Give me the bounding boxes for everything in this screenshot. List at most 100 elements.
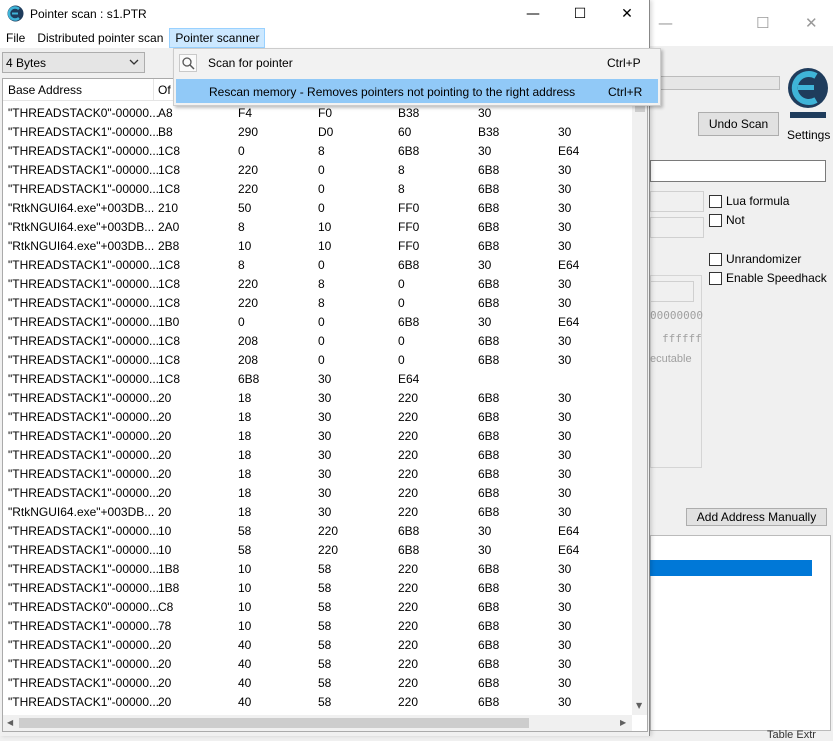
horizontal-scroll-thumb[interactable]	[19, 718, 529, 728]
lua-formula-checkbox[interactable]: Lua formula	[709, 194, 789, 208]
table-row[interactable]: "RtkNGUI64.exe"+003DB... 2B8 10 10 FF0 6B8 30	[3, 236, 633, 255]
cheat-engine-logo-icon[interactable]	[786, 60, 830, 120]
offset-cell: 8	[398, 163, 405, 177]
table-row[interactable]: "THREADSTACK1"-00000... 1C8 220 0 8 6B8 30	[3, 160, 633, 179]
table-row[interactable]: "RtkNGUI64.exe"+003DB... 20 18 30 220 6B8 30	[3, 502, 633, 521]
add-address-manually-button[interactable]: Add Address Manually	[686, 508, 827, 526]
table-row[interactable]: "THREADSTACK1"-00000... 1C8 220 8 0 6B8 30	[3, 274, 633, 293]
value-type-combo[interactable]	[650, 217, 704, 238]
table-row[interactable]: "THREADSTACK1"-00000... 20 18 30 220 6B8 30	[3, 407, 633, 426]
table-row[interactable]: "RtkNGUI64.exe"+003DB... 2A0 8 10 FF0 6B8 30	[3, 217, 633, 236]
table-row[interactable]: "THREADSTACK1"-00000... 1C8 8 0 6B8 30 E64	[3, 255, 633, 274]
offset-cell: 220	[398, 676, 419, 690]
menu-item-rescan-memory[interactable]: Rescan memory - Removes pointers not poi…	[176, 79, 658, 103]
horizontal-scrollbar[interactable]: ◀ ▶	[3, 715, 632, 731]
unrandomizer-checkbox[interactable]: Unrandomizer	[709, 252, 801, 266]
table-row[interactable]: "THREADSTACK1"-00000... 20 40 58 220 6B8 30	[3, 654, 633, 673]
offset-cell: 20	[158, 486, 172, 500]
column-offset[interactable]: Of	[158, 83, 171, 97]
offset-cell: 10	[238, 600, 252, 614]
vertical-scrollbar[interactable]: ▲ ▼	[632, 79, 647, 715]
table-row[interactable]: "THREADSTACK1"-00000... 20 40 58 220 6B8 30	[3, 692, 633, 711]
menu-distributed-pointer-scan[interactable]: Distributed pointer scan	[31, 28, 169, 48]
offset-cell: 220	[318, 524, 339, 538]
scan-type-combo[interactable]	[650, 191, 704, 212]
table-row[interactable]: "THREADSTACK1"-00000... 1C8 220 8 0 6B8 30	[3, 293, 633, 312]
table-row[interactable]: "THREADSTACK1"-00000... 20 18 30 220 6B8 30	[3, 483, 633, 502]
table-row[interactable]: "THREADSTACK1"-00000... 20 40 58 220 6B8 30	[3, 673, 633, 692]
undo-scan-button[interactable]: Undo Scan	[698, 112, 779, 136]
offset-cell: 208	[238, 353, 259, 367]
close-icon[interactable]: ✕	[805, 14, 818, 32]
enable-speedhack-checkbox[interactable]: Enable Speedhack	[709, 271, 827, 285]
base-address-cell: "THREADSTACK1"-00000...	[8, 695, 160, 709]
value-type-dropdown[interactable]: 4 Bytes	[2, 52, 145, 73]
not-checkbox[interactable]: Not	[709, 213, 745, 227]
offset-cell: 6B8	[478, 391, 500, 405]
base-address-cell: "THREADSTACK1"-00000...	[8, 372, 160, 386]
table-row[interactable]: "THREADSTACK1"-00000... 1C8 220 0 8 6B8 30	[3, 179, 633, 198]
offset-cell: 40	[238, 657, 252, 671]
table-row[interactable]: "THREADSTACK1"-00000... 10 58 220 6B8 30 E64	[3, 540, 633, 559]
offset-cell: 6B8	[478, 467, 500, 481]
scroll-down-icon[interactable]: ▼	[636, 701, 642, 710]
table-row[interactable]: "THREADSTACK1"-00000... B8 290 D0 60 B38 30	[3, 122, 633, 141]
offset-cell: 30	[478, 258, 492, 272]
table-row[interactable]: "THREADSTACK1"-00000... 1C8 0 8 6B8 30 E64	[3, 141, 633, 160]
table-row[interactable]: "THREADSTACK1"-00000... 1B8 10 58 220 6B8 30	[3, 559, 633, 578]
offset-cell: 20	[158, 505, 172, 519]
table-row[interactable]: "THREADSTACK1"-00000... 20 18 30 220 6B8 30	[3, 426, 633, 445]
offset-cell: 290	[238, 125, 259, 139]
minimize-icon[interactable]: —	[658, 14, 673, 32]
minimize-icon[interactable]: —	[510, 4, 556, 24]
offset-cell: 220	[238, 296, 259, 310]
table-row[interactable]: "THREADSTACK1"-00000... 1C8 208 0 0 6B8 30	[3, 331, 633, 350]
table-row[interactable]: "THREADSTACK1"-00000... 1B8 10 58 220 6B8 30	[3, 578, 633, 597]
scroll-right-icon[interactable]: ▶	[620, 718, 626, 727]
table-row[interactable]: "THREADSTACK1"-00000... 20 18 30 220 6B8 30	[3, 464, 633, 483]
offset-cell: F0	[318, 106, 333, 120]
value-input[interactable]	[650, 160, 826, 182]
menu-file[interactable]: File	[0, 28, 31, 48]
offset-cell: 20	[158, 695, 172, 709]
main-window-titlebar: — ☐ ✕	[650, 0, 833, 46]
column-separator[interactable]	[153, 79, 154, 101]
table-row[interactable]: "THREADSTACK1"-00000... 78 10 58 220 6B8 30	[3, 616, 633, 635]
offset-cell: 30	[478, 144, 492, 158]
offset-cell: 0	[398, 353, 405, 367]
table-row[interactable]: "THREADSTACK1"-00000... 1C8 6B8 30 E64	[3, 369, 633, 388]
offset-cell: 220	[238, 163, 259, 177]
settings-label[interactable]: Settings	[787, 128, 830, 142]
offset-cell: 30	[558, 182, 572, 196]
base-address-cell: "THREADSTACK1"-00000...	[8, 296, 160, 310]
menu-pointer-scanner[interactable]: Pointer scanner	[169, 28, 266, 48]
offset-cell: D0	[318, 125, 334, 139]
table-row[interactable]: "THREADSTACK1"-00000... 20 40 58 220 6B8 30	[3, 635, 633, 654]
offset-cell: 30	[558, 125, 572, 139]
table-row[interactable]: "THREADSTACK1"-00000... 20 18 30 220 6B8 30	[3, 388, 633, 407]
menu-bar: File Distributed pointer scan Pointer sc…	[0, 28, 649, 48]
offset-cell: 40	[238, 638, 252, 652]
pointer-results-list[interactable]: Base Address Of "THREADSTACK0"-00000... A…	[2, 78, 648, 732]
table-row[interactable]: "THREADSTACK1"-00000... 10 58 220 6B8 30 E64	[3, 521, 633, 540]
table-row[interactable]: "RtkNGUI64.exe"+003DB... 210 50 0 FF0 6B8 30	[3, 198, 633, 217]
address-list-selected-row[interactable]	[650, 560, 812, 576]
offset-cell: 30	[558, 334, 572, 348]
menu-item-label: Rescan memory - Removes pointers not poi…	[209, 85, 576, 99]
offset-cell: 6B8	[478, 163, 500, 177]
scroll-left-icon[interactable]: ◀	[7, 718, 13, 727]
menu-item-scan-for-pointer[interactable]: Scan for pointer Ctrl+P	[176, 51, 658, 75]
offset-cell: 30	[558, 619, 572, 633]
table-row[interactable]: "THREADSTACK0"-00000... C8 10 58 220 6B8 30	[3, 597, 633, 616]
maximize-icon[interactable]: ☐	[557, 4, 603, 24]
table-row[interactable]: "THREADSTACK1"-00000... 1C8 208 0 0 6B8 30	[3, 350, 633, 369]
close-icon[interactable]: ✕	[604, 4, 649, 24]
table-extras-label[interactable]: Table Extr	[767, 729, 816, 741]
offset-cell: 220	[398, 505, 419, 519]
offset-cell: 8	[318, 296, 325, 310]
offset-cell: 6B8	[478, 410, 500, 424]
table-row[interactable]: "THREADSTACK1"-00000... 20 18 30 220 6B8 30	[3, 445, 633, 464]
maximize-icon[interactable]: ☐	[756, 14, 769, 32]
table-row[interactable]: "THREADSTACK1"-00000... 1B0 0 0 6B8 30 E64	[3, 312, 633, 331]
column-base-address[interactable]: Base Address	[8, 83, 82, 97]
